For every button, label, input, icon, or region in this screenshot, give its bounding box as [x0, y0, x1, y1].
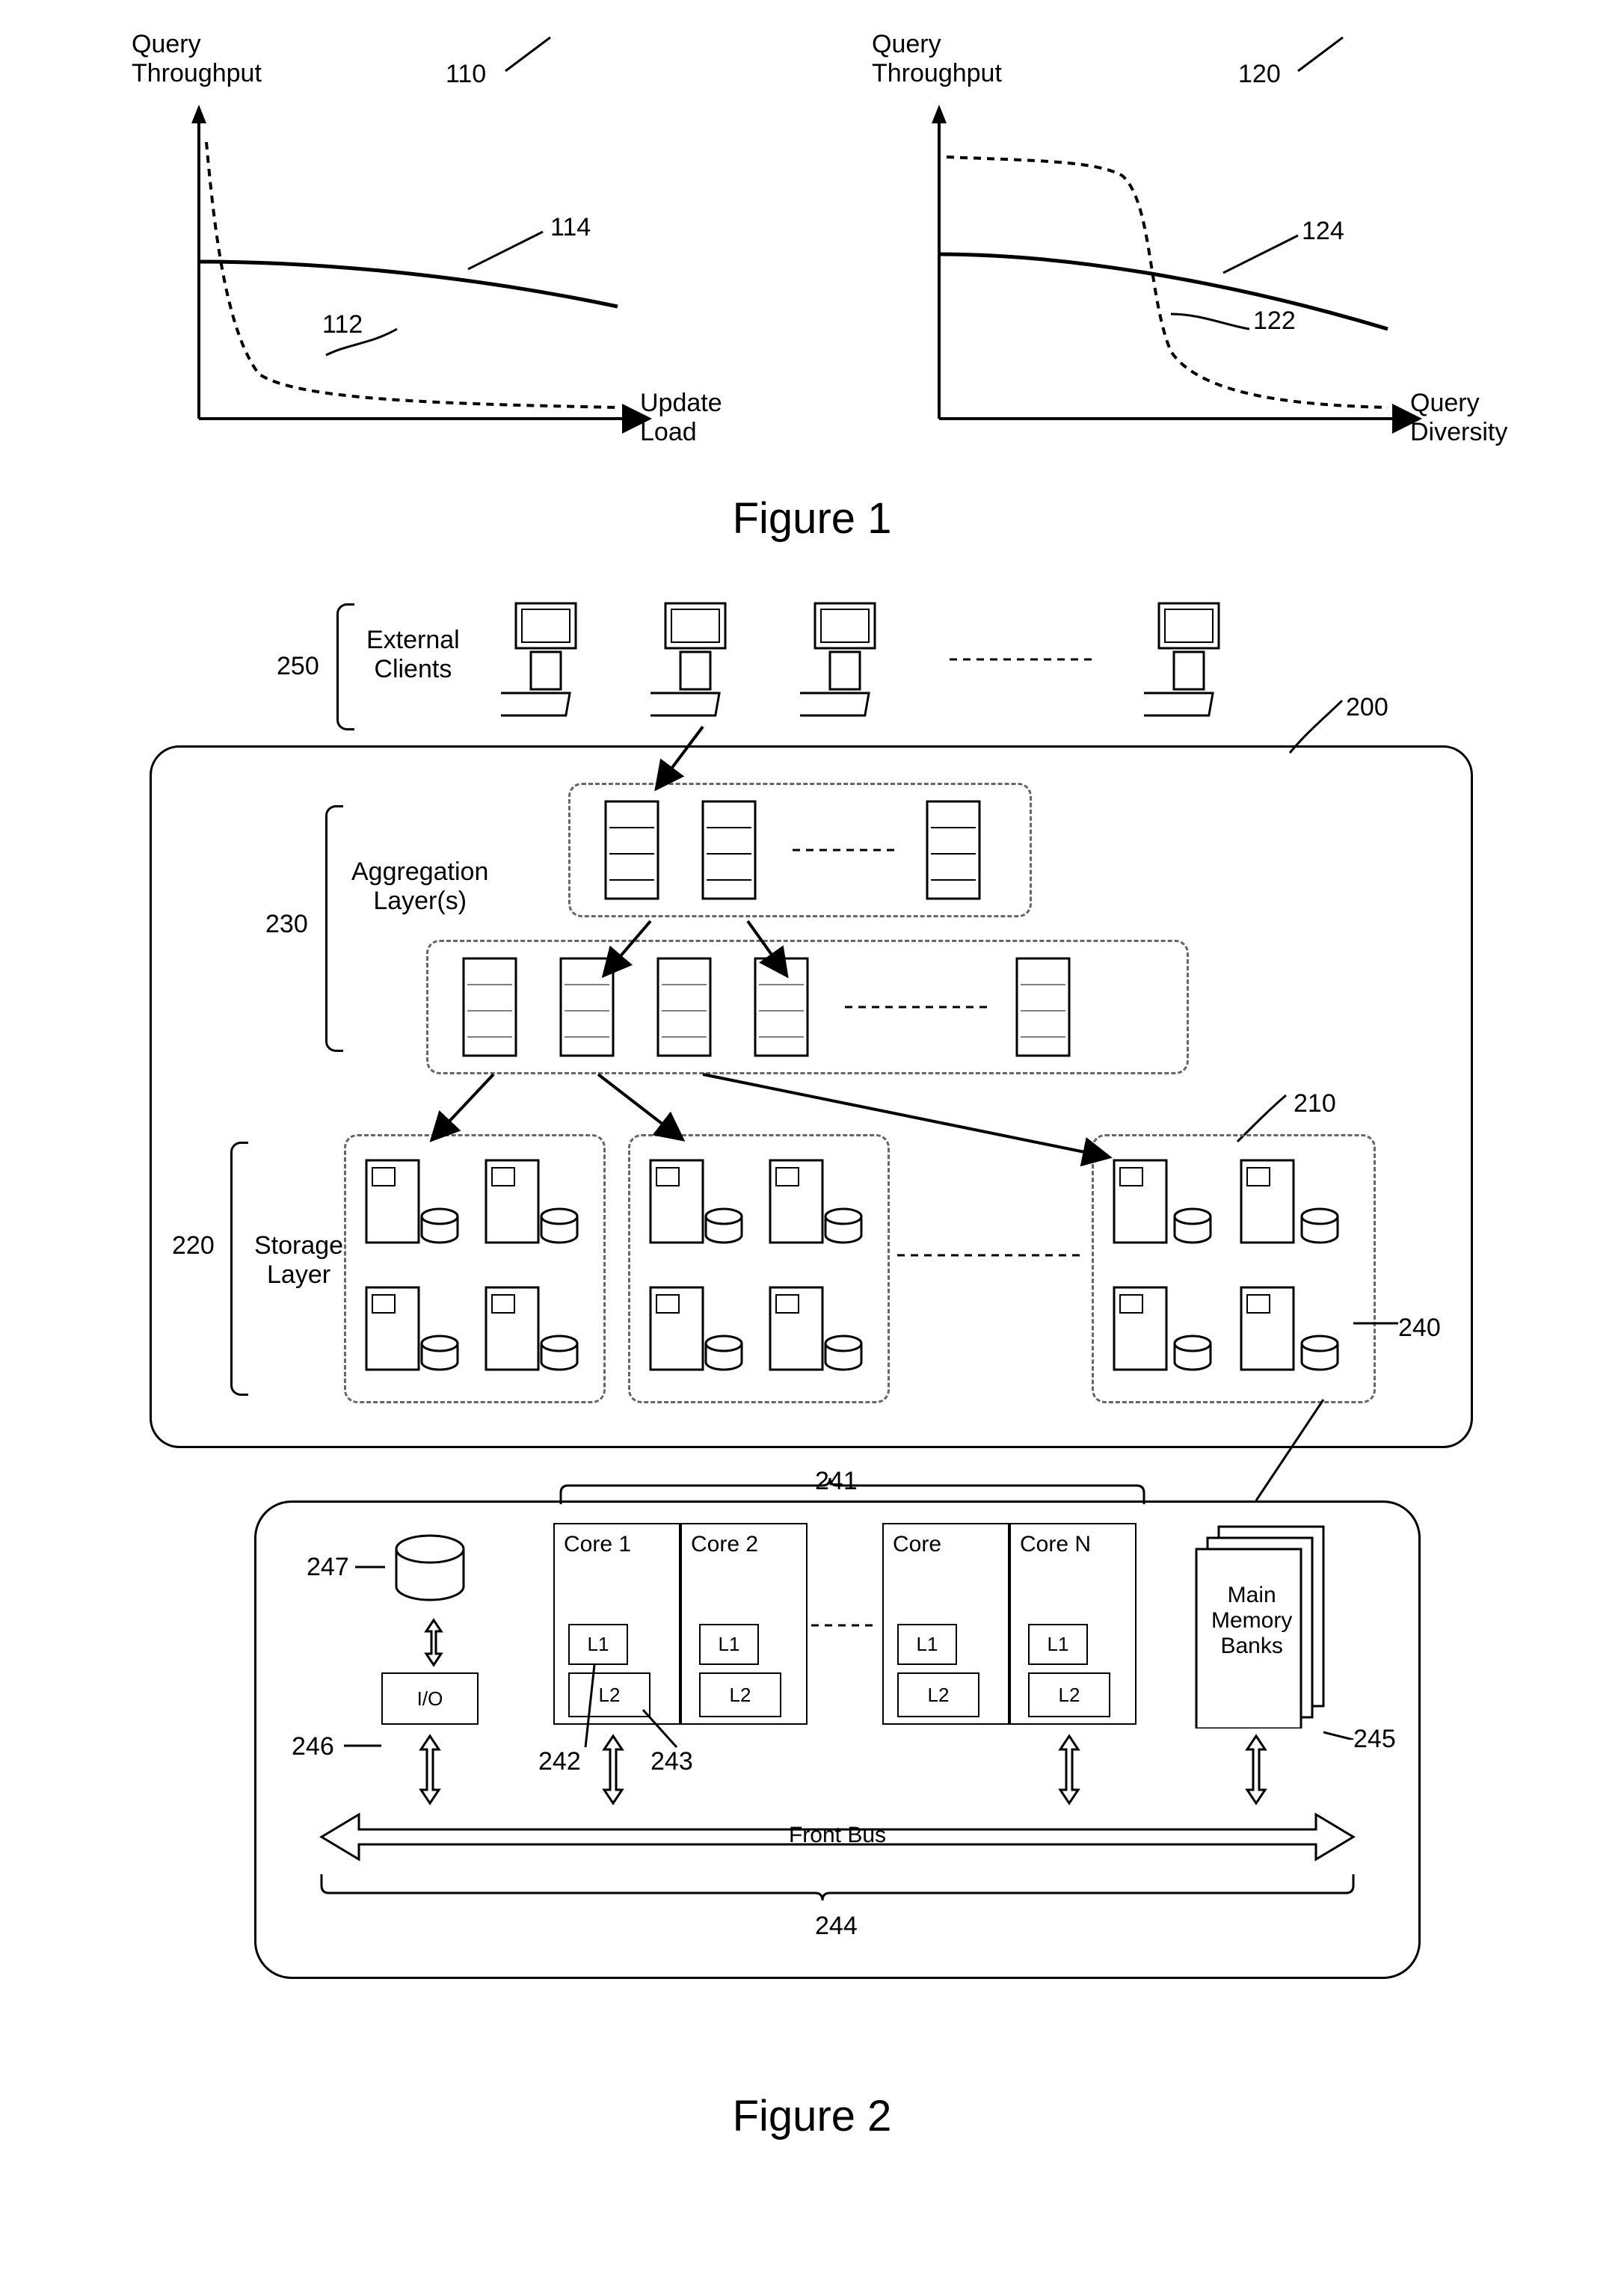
disk-icon [389, 1530, 471, 1613]
x-axis-label-right: Query Diversity [1410, 389, 1507, 447]
storage-node-icon [479, 1272, 583, 1385]
storage-node-icon [643, 1145, 748, 1258]
ref-246: 246 [292, 1732, 334, 1761]
curve-ref-124: 124 [1302, 217, 1344, 246]
server-icon [920, 794, 994, 906]
l2-core2: L2 [699, 1672, 781, 1717]
core-x-label: Core [893, 1532, 941, 1557]
ref-250: 250 [277, 652, 319, 681]
storage-node-icon [1107, 1145, 1219, 1258]
aggregation-label: Aggregation Layer(s) [351, 858, 488, 916]
ref-230: 230 [265, 910, 308, 939]
ref-244: 244 [815, 1912, 858, 1941]
ref-242: 242 [538, 1747, 581, 1776]
core-n-label: Core N [1020, 1532, 1091, 1557]
ref-220: 220 [172, 1231, 215, 1260]
storage-node-icon [643, 1272, 748, 1385]
server-icon [456, 951, 531, 1063]
server-icon [598, 794, 673, 906]
front-bus: Front Bus [299, 1807, 1376, 1867]
ref-240: 240 [1398, 1314, 1441, 1343]
figure-2-title: Figure 2 [30, 2091, 1594, 2141]
client-row [501, 596, 1241, 723]
l2-coren: L2 [1028, 1672, 1110, 1717]
storage-node-icon [479, 1145, 583, 1258]
storage-node-icon [1234, 1145, 1346, 1258]
server-icon [748, 951, 822, 1063]
storage-node-icon [359, 1272, 464, 1385]
storage-node-icon [1107, 1272, 1219, 1385]
x-axis-label: Update Load [640, 389, 722, 447]
curve-ref-122: 122 [1253, 307, 1296, 336]
external-clients-label: External Clients [366, 626, 460, 684]
storage-label: Storage Layer [254, 1231, 343, 1290]
core-2-label: Core 2 [691, 1532, 758, 1557]
io-box: I/O [381, 1672, 479, 1725]
figure-2-diagram: 250 External Clients 200 230 Aggregation… [30, 581, 1594, 2076]
l1-coren: L1 [1028, 1624, 1088, 1665]
figure-1-title: Figure 1 [30, 493, 1594, 544]
computer-icon [800, 596, 897, 723]
core-1-label: Core 1 [564, 1532, 631, 1557]
computer-icon [1144, 596, 1241, 723]
storage-node-icon [763, 1272, 867, 1385]
curve-ref-112: 112 [322, 310, 363, 339]
svg-text:Front Bus: Front Bus [789, 1823, 886, 1847]
l1-corex: L1 [897, 1624, 957, 1665]
l1-core2: L1 [699, 1624, 759, 1665]
l1-core1: L1 [568, 1624, 628, 1665]
ref-245: 245 [1353, 1725, 1396, 1754]
l2-corex: L2 [897, 1672, 979, 1717]
storage-node-icon [763, 1145, 867, 1258]
server-icon [553, 951, 628, 1063]
computer-icon [650, 596, 748, 723]
chart-update-load: Query Throughput 110 114 112 Update Load [102, 30, 775, 478]
server-icon [650, 951, 725, 1063]
storage-node-icon [1234, 1272, 1346, 1385]
ref-247: 247 [307, 1553, 349, 1582]
storage-node-icon [359, 1145, 464, 1258]
server-icon [695, 794, 770, 906]
l2-core1: L2 [568, 1672, 650, 1717]
curve-ref-114: 114 [550, 213, 591, 242]
server-icon [1009, 951, 1084, 1063]
computer-icon [501, 596, 598, 723]
io-label: I/O [417, 1687, 443, 1711]
chart-query-diversity: Query Throughput 120 124 122 Query Diver… [849, 30, 1522, 478]
memory-label: Main Memory Banks [1211, 1583, 1292, 1659]
figure-1-charts: Query Throughput 110 114 112 Update Load [30, 30, 1594, 478]
